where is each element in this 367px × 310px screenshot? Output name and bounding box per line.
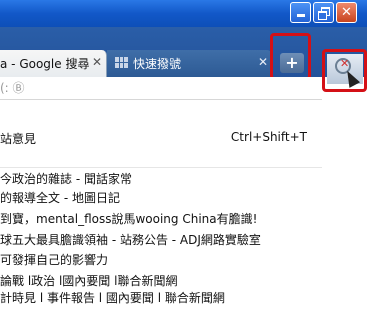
maximize-button[interactable] bbox=[313, 2, 334, 23]
side-panel bbox=[322, 92, 367, 294]
closed-tabs-menu: 站意見 Ctrl+Shift+T 今政治的雜誌 - 聞話家常 的報導全文 - 地… bbox=[0, 127, 322, 305]
address-text: (: Ⓑ bbox=[0, 81, 25, 95]
menu-item-label: 計時見 l 事件報告 l 國內要聞 l 聯合新聞網 bbox=[0, 291, 225, 305]
menu-item[interactable]: 計時見 l 事件報告 l 國內要聞 l 聯合新聞網 bbox=[0, 286, 322, 310]
menu-item-label: 球五大最具膽識領袖 - 站務公告 - ADJ網路實驗室 bbox=[0, 233, 261, 247]
tab-google-search[interactable]: a - Google 搜尋 ✕ bbox=[0, 50, 107, 77]
highlight-closed-tabs bbox=[322, 49, 367, 92]
tab-strip: a - Google 搜尋 ✕ 快速撥號 ✕ + bbox=[0, 27, 367, 77]
tab-close-icon[interactable]: ✕ bbox=[258, 55, 268, 69]
tab-close-icon[interactable]: ✕ bbox=[92, 55, 102, 69]
title-bar: ✕ bbox=[0, 0, 367, 27]
menu-item-label: 的報導全文 - 地圖日記 bbox=[0, 191, 120, 205]
highlight-new-tab bbox=[270, 33, 311, 80]
close-window-button[interactable]: ✕ bbox=[336, 2, 357, 23]
menu-item-shortcut: Ctrl+Shift+T bbox=[230, 130, 307, 144]
menu-item-label: 到寶，mental_floss說馬wooing China有膽識! bbox=[0, 212, 258, 226]
tab-title: 快速撥號 bbox=[133, 57, 182, 71]
minimize-icon bbox=[297, 14, 305, 17]
speed-dial-icon bbox=[115, 57, 128, 68]
menu-item-label: 可發揮自己的影響力 bbox=[0, 253, 109, 267]
minimize-button[interactable] bbox=[290, 2, 311, 23]
address-bar[interactable]: (: Ⓑ bbox=[0, 77, 322, 100]
menu-item-label: 今政治的雜誌 - 聞話家常 bbox=[0, 172, 132, 186]
tab-speed-dial[interactable]: 快速撥號 ✕ bbox=[107, 50, 272, 77]
menu-item[interactable]: 站意見 Ctrl+Shift+T bbox=[0, 127, 322, 151]
menu-item-label: 站意見 bbox=[0, 132, 37, 146]
tab-title: a - Google 搜尋 bbox=[0, 57, 90, 71]
restore-icon-back bbox=[318, 11, 327, 20]
